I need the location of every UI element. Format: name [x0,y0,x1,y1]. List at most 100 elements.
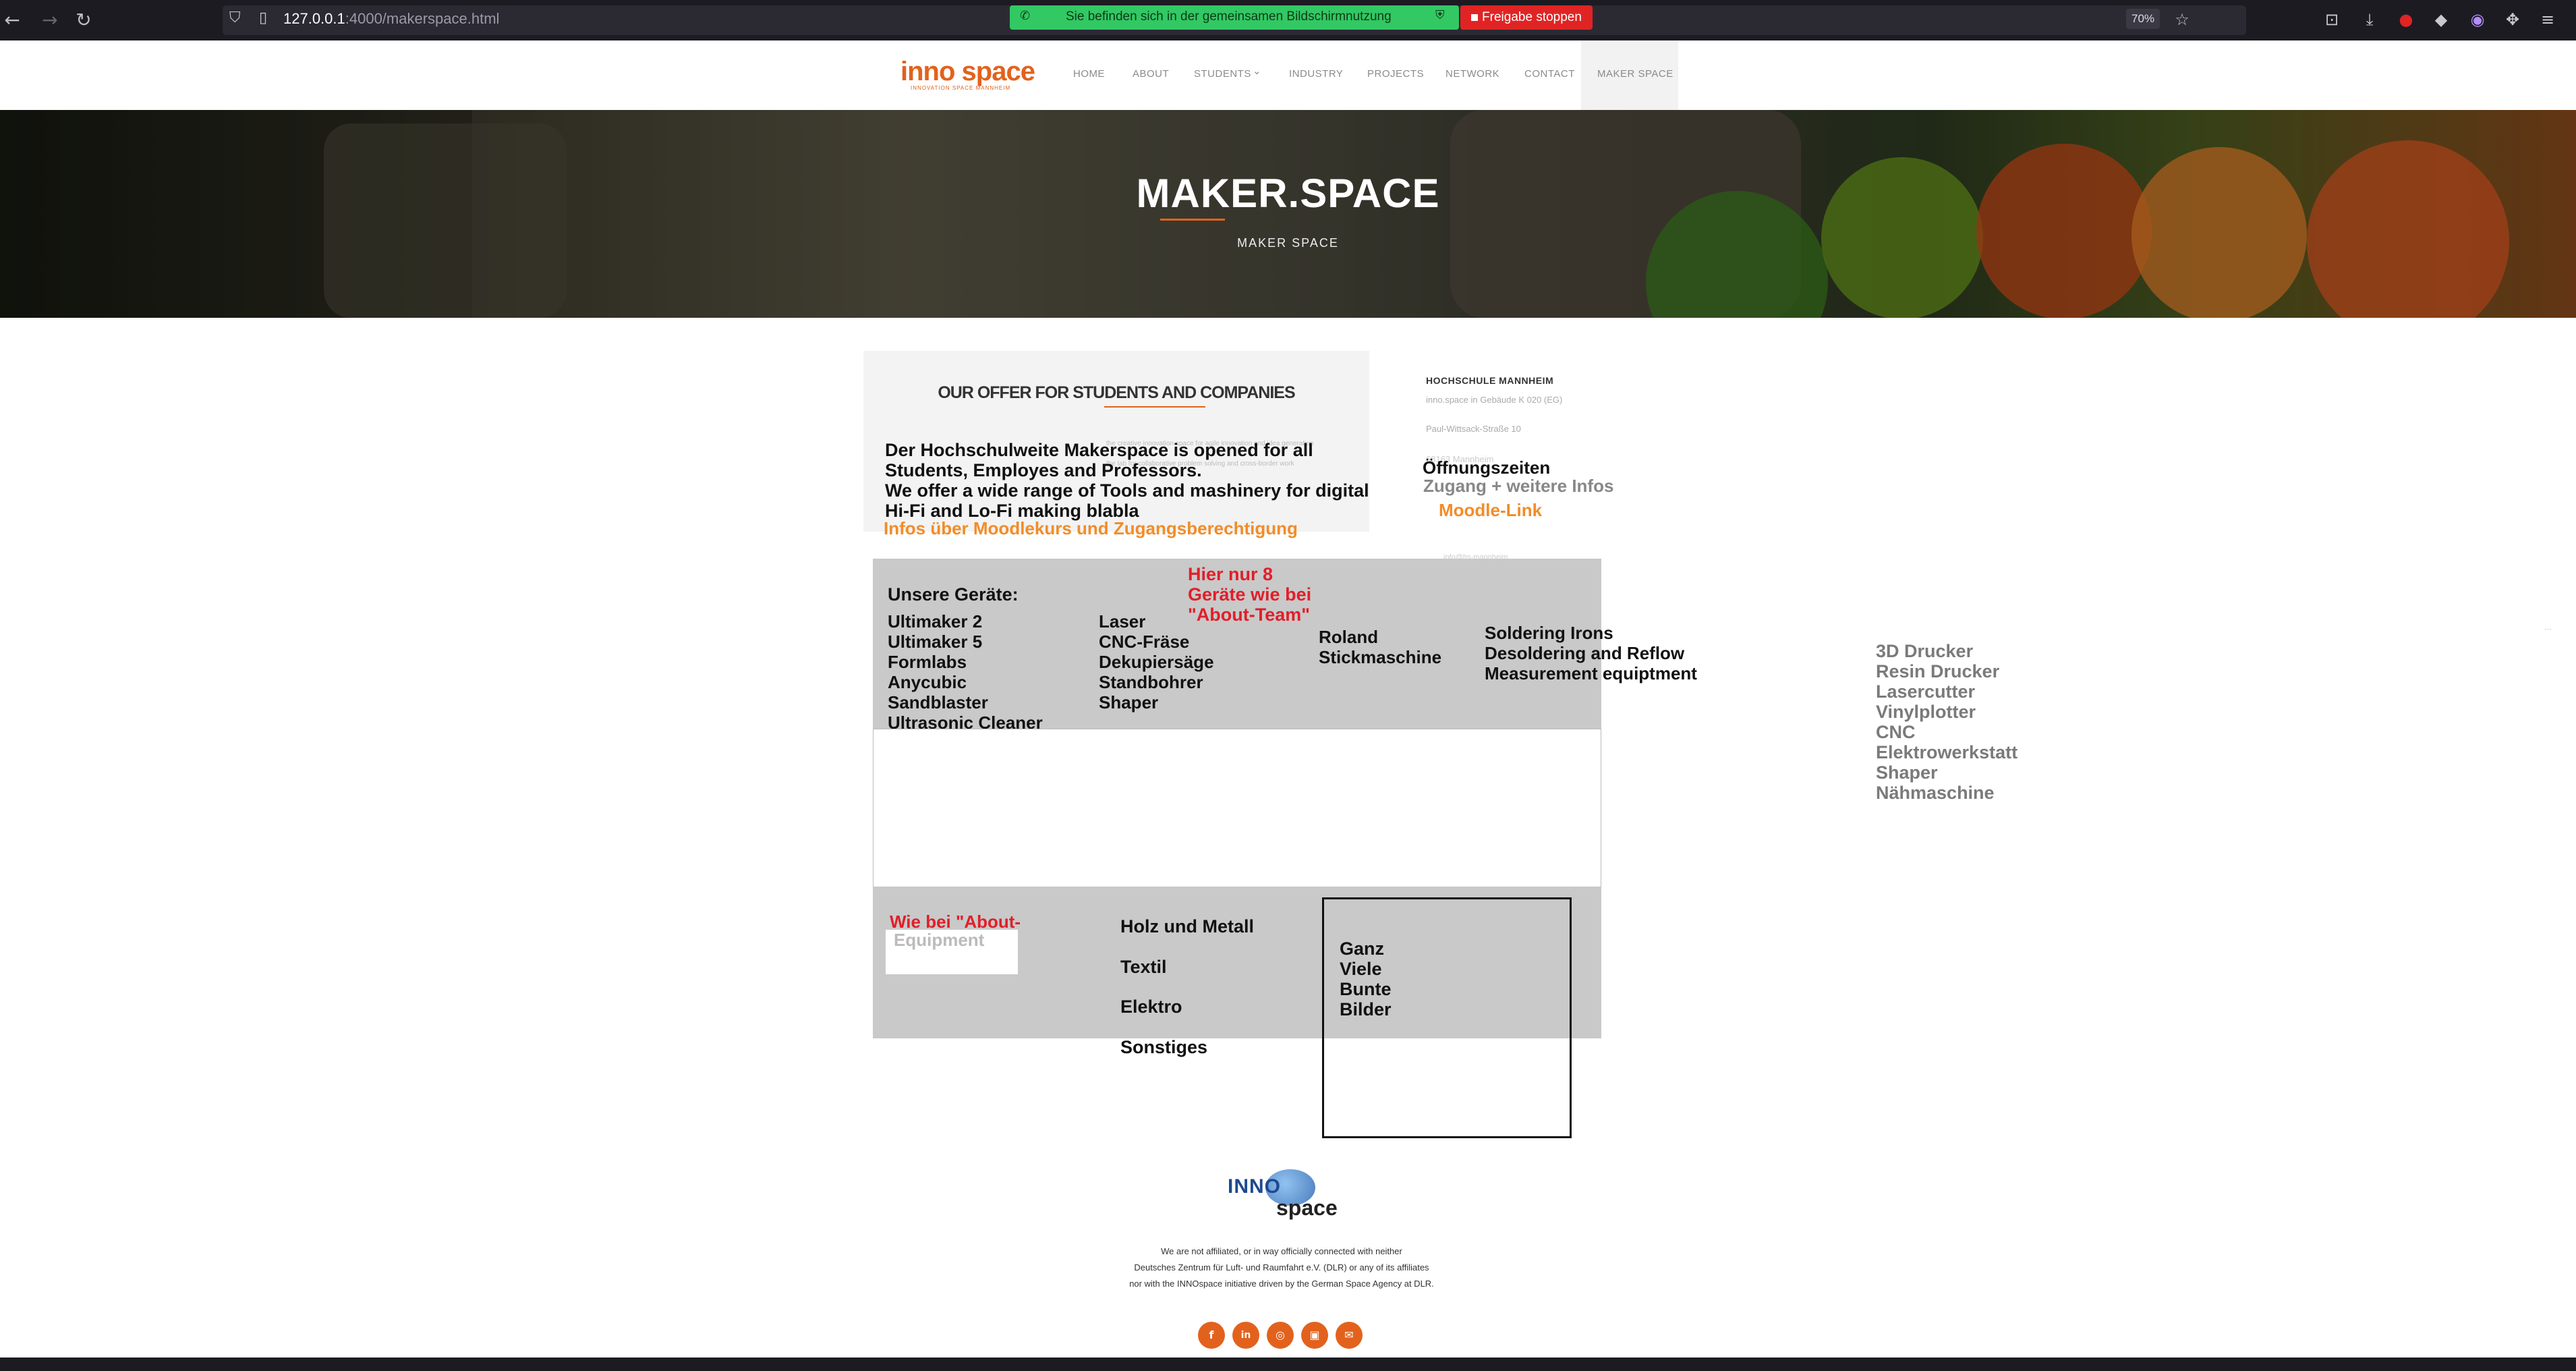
forward-icon[interactable]: → [38,8,62,32]
devices-column-3: Roland Stickmaschine [1319,627,1441,667]
device-item: Ultimaker 2 [888,611,983,632]
footer-logo-space: space [1276,1196,1338,1220]
placeholder-line: Bunte [1340,979,1392,999]
stop-sharing-button[interactable]: Freigabe stoppen [1460,5,1593,30]
placeholder-line: Bilder [1340,999,1392,1019]
devices-column-1: Ultimaker 2 Ultimaker 5 Formlabs Anycubi… [888,611,1043,733]
device-category-list: 3D Drucker Resin Drucker Lasercutter Vin… [1876,641,2017,803]
sidebar-address-line: inno.space in Gebäude K 020 (EG) [1426,395,1563,405]
device-item: Desoldering and Reflow [1485,643,1685,663]
equipment-label: Equipment [894,930,985,950]
media-icon[interactable]: ▣ [1301,1322,1328,1349]
devices-column-2: Laser CNC-Fräse Dekupiersäge Standbohrer… [1099,611,1214,712]
category-wood-metal[interactable]: Holz und Metall [1120,916,1254,937]
note-line: Geräte wie bei [1188,584,1312,605]
extension-icon[interactable]: ◆ [2430,8,2453,31]
equipment-note: Wie bei "About- [890,912,1021,932]
devices-note: Hier nur 8 Geräte wie bei "About-Team" [1188,564,1311,625]
site-logo[interactable]: inno space [900,57,1035,87]
device-item: Shaper [1099,692,1159,712]
extension-red-icon[interactable]: ● [2395,8,2417,31]
url-path: :4000/makerspace.html [345,10,500,27]
device-item: CNC-Fräse [1099,632,1190,652]
menu-icon[interactable]: ≡ [2536,8,2559,31]
offer-line: We offer a wide range of Tools and mashi… [885,480,1369,501]
site-header [0,40,2576,110]
nav-students[interactable]: STUDENTS [1194,68,1251,80]
mail-icon[interactable]: ✉ [1336,1322,1363,1349]
disclaimer-line: Deutsches Zentrum für Luft- und Raumfahr… [1134,1262,1429,1272]
page-icon[interactable]: ▯ [259,9,267,26]
site-logo-tagline: INNOVATION SPACE MANNHEIM [911,85,1011,91]
nav-network[interactable]: NETWORK [1446,68,1499,80]
list-item: CNC [1876,722,1916,742]
list-item: Lasercutter [1876,681,1976,702]
device-item: Ultimaker 5 [888,632,983,652]
phone-icon: ✆ [1020,9,1031,22]
chevron-down-icon[interactable]: ⌄ [1253,65,1261,77]
footer-disclaimer: We are not affiliated, or in way officia… [1012,1243,1551,1292]
facebook-icon[interactable]: f [1198,1322,1225,1349]
instagram-icon[interactable]: ◎ [1267,1322,1294,1349]
offer-line: Students, Employes and Professors. [885,460,1202,480]
device-item: Anycubic [888,672,967,692]
nav-contact[interactable]: CONTACT [1524,68,1575,80]
offer-title: OUR OFFER FOR STUDENTS AND COMPANIES [938,383,1295,402]
pocket-icon[interactable]: ⊡ [2320,8,2343,31]
nav-maker-space[interactable]: MAKER SPACE [1597,68,1673,80]
back-icon[interactable]: ← [0,8,24,32]
nav-industry[interactable]: INDUSTRY [1289,68,1343,80]
stop-icon [1471,14,1479,21]
nav-home[interactable]: HOME [1073,68,1105,80]
list-item: 3D Drucker [1876,641,1974,661]
zoom-level[interactable]: 70% [2126,9,2160,29]
offer-line: Der Hochschulweite Makerspace is opened … [885,440,1313,460]
devices-column-4: Soldering Irons Desoldering and Reflow M… [1485,623,1697,683]
note-line: "About-Team" [1188,605,1311,625]
page-title: MAKER.SPACE [1136,171,1440,216]
account-icon[interactable]: ◉ [2466,8,2489,31]
nav-projects[interactable]: PROJECTS [1367,68,1424,80]
disclaimer-line: We are not affiliated, or in way officia… [1161,1246,1402,1256]
category-electro[interactable]: Elektro [1120,997,1182,1017]
download-icon[interactable]: ⤓ [2358,8,2381,31]
device-item: Sandblaster [888,692,988,712]
device-item: Stickmaschine [1319,647,1442,667]
stop-sharing-label: Freigabe stoppen [1482,10,1582,24]
sidebar-address-line: Paul-Wittsack-Straße 10 [1426,424,1521,434]
disclaimer-line: nor with the INNOspace initiative driven… [1129,1279,1434,1289]
bottom-bar [0,1358,2576,1371]
device-item: Soldering Irons [1485,623,1613,643]
image-placeholder-text: Ganz Viele Bunte Bilder [1340,939,1392,1019]
list-item: Nähmaschine [1876,783,1995,803]
offer-body: Der Hochschulweite Makerspace is opened … [885,440,1384,521]
scroll-edge-marker: ◦◦◦ [2544,626,2552,634]
page-subtitle: MAKER SPACE [1237,236,1339,250]
access-info-label: Zugang + weitere Infos [1423,476,1614,496]
category-other[interactable]: Sonstiges [1120,1037,1207,1058]
devices-heading: Unsere Geräte: [888,584,1019,605]
extensions-puzzle-icon[interactable]: ✥ [2501,8,2524,31]
nav-about[interactable]: ABOUT [1133,68,1169,80]
sidebar-title: HOCHSCHULE MANNHEIM [1426,375,1554,386]
linkedin-icon[interactable]: in [1232,1322,1259,1349]
bookmark-star-icon[interactable]: ☆ [2171,8,2194,31]
offer-title-underline [1104,406,1205,408]
list-item: Shaper [1876,762,1938,783]
reload-icon[interactable]: ↻ [71,8,96,32]
moodle-info-link[interactable]: Infos über Moodlekurs und Zugangsberecht… [884,518,1298,539]
shield-icon[interactable]: ⛉ [229,9,241,26]
device-item: Measurement equiptment [1485,663,1697,683]
blank-content-area [873,729,1601,888]
device-item: Roland [1319,627,1379,647]
moodle-link[interactable]: Moodle-Link [1439,500,1542,521]
shield-check-icon: ⛨ [1435,8,1445,22]
list-item: Vinylplotter [1876,702,1976,722]
footer-logo-inno: INNO [1228,1175,1281,1198]
category-textile[interactable]: Textil [1120,957,1167,978]
url-text[interactable]: 127.0.0.1:4000/makerspace.html [283,10,499,28]
share-banner-text: Sie befinden sich in der gemeinsamen Bil… [1066,9,1392,24]
url-host: 127.0.0.1 [283,10,345,27]
list-item: Resin Drucker [1876,661,2000,681]
device-item: Formlabs [888,652,967,672]
